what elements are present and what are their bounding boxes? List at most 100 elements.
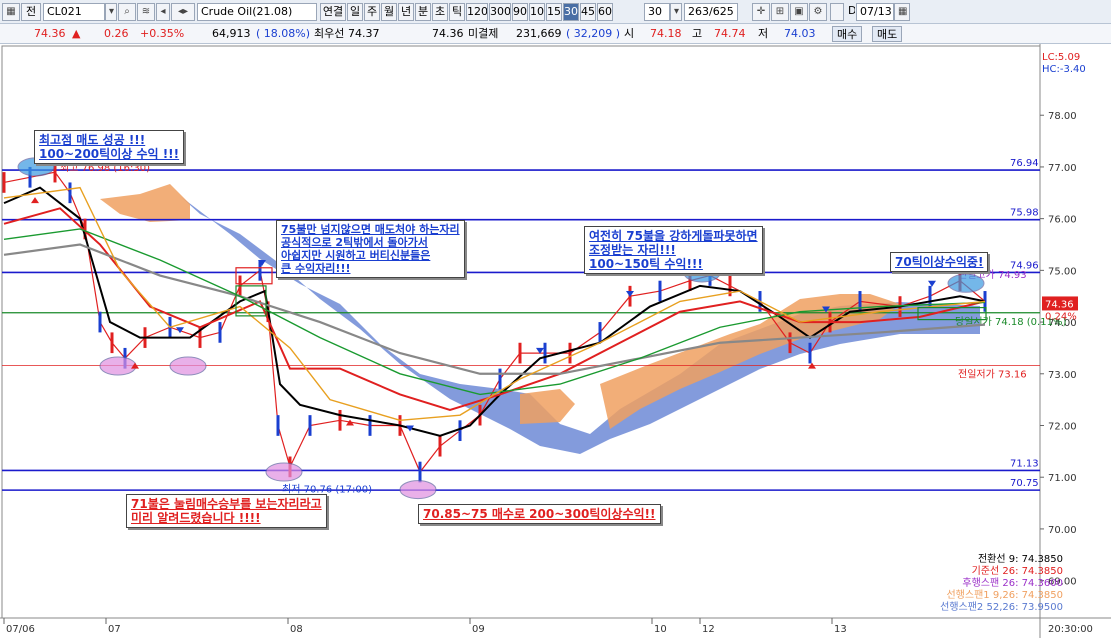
date-input[interactable]: 07/13 [856, 3, 894, 21]
chart-toolbar: ▦ 전 CL021 ▾ ⌕ ≋ ◂ ◂▸ Crude Oil(21.08) 30… [0, 0, 1111, 24]
period-button-5[interactable]: 분 [415, 3, 431, 21]
x-tick-label: 09 [472, 624, 485, 635]
interval-select[interactable]: 30 [644, 3, 670, 21]
layout-icon[interactable]: ▦ [2, 3, 20, 21]
annotation-75-resistance: 75불만 넘지않으면 매도처야 하는자리 공식적으로 2틱밖에서 돌아가서 아쉽… [276, 220, 465, 278]
signal-arrow [928, 280, 936, 287]
candle [368, 415, 372, 436]
sell-button[interactable]: 매도 [872, 26, 903, 42]
chevron-down-icon[interactable]: ▾ [670, 3, 682, 21]
candle [338, 409, 342, 431]
legend-item-0: 전환선 9: 74.3850 [977, 554, 1063, 565]
candle [418, 461, 422, 483]
current-price: 74.36 [34, 27, 66, 40]
period-button-2[interactable]: 주 [364, 3, 380, 21]
y-tick-label: 71.00 [1048, 473, 1077, 484]
legend-item-1: 기준선 26: 74.3850 [971, 566, 1063, 577]
grid-icon[interactable]: ⊞ [771, 3, 789, 21]
period-button-4[interactable]: 년 [398, 3, 414, 21]
price-change: 0.26 [104, 27, 129, 40]
hc-label: HC:-3.40 [1042, 64, 1086, 75]
best-ask: 74.36 [432, 27, 464, 40]
period-button-12[interactable]: 15 [546, 3, 562, 21]
x-tick-label: 13 [834, 624, 847, 635]
x-tick-label: 07 [108, 624, 121, 635]
candle [858, 291, 862, 312]
y-tick-label: 78.00 [1048, 111, 1077, 122]
x-tick-label: 10 [654, 624, 667, 635]
quote-bar: 74.36 ▲ 0.26 +0.35% 64,913 ( 18.08%) 최우선… [0, 24, 1111, 44]
y-tick-label: 77.00 [1048, 163, 1077, 174]
sound-icon[interactable]: ◂ [156, 3, 170, 21]
period-button-8[interactable]: 120 [466, 3, 488, 21]
current-price-tag-text: 74.36 [1045, 299, 1074, 310]
x-tick-label: 07/06 [6, 624, 35, 635]
prev-next-icon[interactable]: ◂▸ [171, 3, 195, 21]
candle [518, 342, 522, 364]
period-button-10[interactable]: 90 [512, 3, 528, 21]
low-label: 저 [758, 27, 769, 40]
level-label: 70.75 [1010, 478, 1039, 489]
checkbox[interactable] [830, 3, 844, 21]
period-button-1[interactable]: 일 [347, 3, 363, 21]
period-button-15[interactable]: 60 [597, 3, 613, 21]
candle [68, 182, 72, 204]
y-tick-label: 73.00 [1048, 370, 1077, 381]
toggle-button[interactable]: 전 [21, 3, 41, 21]
gear-icon[interactable]: ⚙ [809, 3, 827, 21]
chevron-down-icon[interactable]: ▾ [105, 3, 117, 21]
period-button-3[interactable]: 월 [381, 3, 397, 21]
candle [308, 415, 312, 436]
calendar-icon[interactable]: ▦ [894, 3, 910, 21]
high-label: 고 [692, 27, 703, 40]
annotation-70-profit: 70틱이상수익중! [890, 252, 989, 272]
save-icon[interactable]: ▣ [790, 3, 808, 21]
open-interest: 231,669 [516, 27, 562, 40]
period-button-7[interactable]: 틱 [449, 3, 465, 21]
bar-count: 263/625 [684, 3, 738, 21]
volume-ratio: ( 18.08%) [256, 27, 311, 40]
annotation-top-sell: 최고점 매도 성공 !!! 100~200틱이상 수익 !!! [34, 130, 185, 164]
candle [928, 285, 932, 307]
marker-ellipse [169, 356, 207, 376]
y-tick-label: 76.00 [1048, 215, 1077, 226]
candle [658, 280, 662, 302]
marker-ellipse [99, 356, 137, 376]
period-button-14[interactable]: 45 [580, 3, 596, 21]
marker-ellipse [947, 273, 985, 293]
price-chart[interactable]: 76.00 77.00 78.00 75.00 74.00 73.00 72.00 71.00… [0, 44, 1111, 638]
period-button-13[interactable]: 30 [563, 3, 579, 21]
candle [568, 342, 572, 364]
candle [276, 415, 280, 436]
chart-icon[interactable]: ≋ [137, 3, 155, 21]
annotation-71-buy: 71불은 눌림매수승부를 보는자리라고 미리 알려드렸습니다 !!!! [126, 494, 327, 528]
candle [598, 322, 602, 343]
open-price: 74.18 [650, 27, 682, 40]
code-input[interactable]: CL021 [43, 3, 105, 21]
x-tick-label: 08 [290, 624, 303, 635]
price-change-pct: +0.35% [140, 27, 185, 40]
period-button-6[interactable]: 초 [432, 3, 448, 21]
signal-arrow [31, 197, 39, 204]
y-tick-label: 72.00 [1048, 421, 1077, 432]
level-label: 71.13 [1010, 458, 1039, 469]
candle [110, 332, 114, 354]
oi-change: ( 32,209 ) [566, 27, 621, 40]
time-label: 20:30:00 [1048, 624, 1093, 635]
period-button-11[interactable]: 10 [529, 3, 545, 21]
candle [498, 368, 502, 390]
candle [218, 322, 222, 343]
candle [543, 342, 547, 364]
volume: 64,913 [212, 27, 251, 40]
candle [2, 172, 6, 193]
low-price: 74.03 [784, 27, 816, 40]
period-button-0[interactable]: 연결 [320, 3, 346, 21]
crosshair-icon[interactable]: ✛ [752, 3, 770, 21]
candle [438, 435, 442, 457]
y-tick-label: 70.00 [1048, 525, 1077, 536]
period-button-9[interactable]: 300 [489, 3, 511, 21]
buy-button[interactable]: 매수 [832, 26, 863, 42]
product-name: Crude Oil(21.08) [197, 3, 317, 21]
search-icon[interactable]: ⌕ [118, 3, 136, 21]
best-bid: 74.37 [348, 27, 380, 40]
